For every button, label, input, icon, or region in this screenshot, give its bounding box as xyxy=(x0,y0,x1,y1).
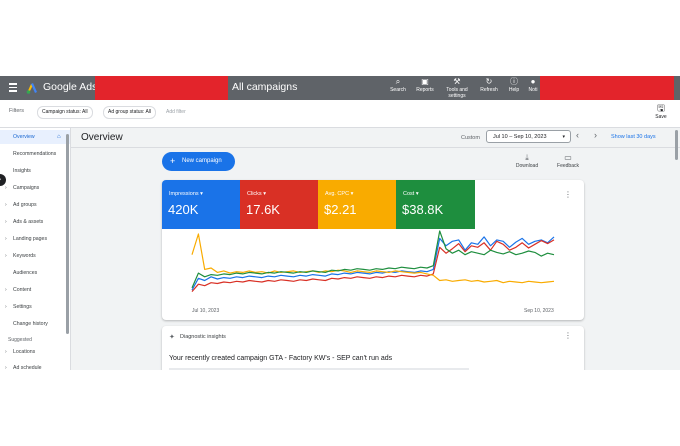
chevron-right-icon: › xyxy=(5,349,7,355)
series-line-cost xyxy=(191,230,555,289)
page-title: All campaigns xyxy=(232,81,298,93)
sidebar-item-ad-groups[interactable]: › Ad groups xyxy=(0,198,70,212)
x-axis-start-label: Jul 10, 2023 xyxy=(192,308,219,314)
sidebar-item-audiences[interactable]: Audiences xyxy=(0,266,70,280)
redacted-account-info xyxy=(95,76,228,100)
save-button[interactable]: 🖫 Save xyxy=(654,103,668,120)
bell-icon: ● xyxy=(530,77,536,86)
x-axis-end-label: Sep 10, 2023 xyxy=(524,308,554,314)
help-button[interactable]: ⓘ Help xyxy=(506,77,522,93)
sidebar-item-insights[interactable]: Insights xyxy=(0,164,70,178)
save-icon: 🖫 xyxy=(657,103,665,113)
sidebar-item-recommendations[interactable]: Recommendations xyxy=(0,147,70,161)
main-scrollbar[interactable] xyxy=(675,130,678,160)
sidebar-item-overview[interactable]: Overview ⌂ xyxy=(0,130,70,144)
performance-line-chart: Jul 10, 2023 Sep 10, 2023 xyxy=(191,230,555,314)
series-line-avg-cpc xyxy=(191,233,555,284)
refresh-button[interactable]: ↻ Refresh xyxy=(478,77,500,93)
sidebar-item-settings[interactable]: › Settings xyxy=(0,300,70,314)
diagnostic-insights-label: Diagnostic insights xyxy=(180,334,226,340)
feedback-icon: ▭ xyxy=(564,153,572,162)
campaign-status-filter-chip[interactable]: Campaign status: All xyxy=(37,106,93,119)
custom-range-label: Custom xyxy=(461,135,480,141)
ad-group-status-filter-chip[interactable]: Ad group status: All xyxy=(103,106,157,119)
home-icon: ⌂ xyxy=(57,134,61,140)
chevron-right-icon: › xyxy=(5,365,7,370)
sparkle-icon: ✦ xyxy=(169,334,175,341)
sidebar-item-ad-schedule[interactable]: › Ad schedule xyxy=(0,361,70,370)
sidebar-section-suggested: Suggested xyxy=(8,337,32,343)
chevron-right-icon: › xyxy=(5,304,7,310)
brand-name: Google Ads xyxy=(43,81,98,93)
performance-card: Impressions ▾ 420K Clicks ▾ 17.6K Avg. C… xyxy=(162,180,584,320)
more-options-icon[interactable]: ⋮ xyxy=(564,190,572,199)
add-filter-link[interactable]: Add filter xyxy=(166,109,186,115)
download-button[interactable]: ⤓ Download xyxy=(514,153,540,169)
header-divider xyxy=(71,147,680,148)
more-options-icon[interactable]: ⋮ xyxy=(564,331,572,340)
diagnostic-message[interactable]: Your recently created campaign GTA - Fac… xyxy=(169,355,392,362)
metric-tile-clicks[interactable]: Clicks ▾ 17.6K xyxy=(240,180,318,229)
new-campaign-button[interactable]: + New campaign xyxy=(162,152,235,171)
top-bar: Google Ads All campaigns ⌕ Search ▣ Repo… xyxy=(0,76,680,100)
redacted-user-info xyxy=(540,76,674,100)
filter-bar: Filters Campaign status: All Ad group st… xyxy=(0,100,680,128)
metric-value-avg-cpc: $2.21 xyxy=(324,202,357,217)
sidebar-item-keywords[interactable]: › Keywords xyxy=(0,249,70,263)
hamburger-menu-icon[interactable] xyxy=(9,83,17,92)
overview-heading: Overview xyxy=(81,132,123,143)
reports-button[interactable]: ▣ Reports xyxy=(414,77,436,93)
help-icon: ⓘ xyxy=(510,77,518,86)
google-ads-logo-icon xyxy=(26,83,37,94)
previous-period-icon[interactable]: ‹ xyxy=(576,130,579,140)
diagnostic-detail-line xyxy=(169,368,469,370)
chevron-right-icon: › xyxy=(0,177,1,183)
sidebar-item-landing-pages[interactable]: › Landing pages xyxy=(0,232,70,246)
metric-value-cost: $38.8K xyxy=(402,202,444,217)
series-line-clicks xyxy=(191,239,555,292)
metric-value-clicks: 17.6K xyxy=(246,202,280,217)
sidebar-item-content[interactable]: › Content xyxy=(0,283,70,297)
sidebar-item-ads-assets[interactable]: › Ads & assets xyxy=(0,215,70,229)
metric-tile-cost[interactable]: Cost ▾ $38.8K xyxy=(396,180,475,229)
sidebar-item-campaigns[interactable]: › Campaigns xyxy=(0,181,70,195)
diagnostic-insights-card: ✦ Diagnostic insights ⋮ Your recently cr… xyxy=(162,326,584,370)
search-icon: ⌕ xyxy=(395,77,401,86)
date-range-select[interactable]: Jul 10 – Sep 10, 2023 ▾ xyxy=(486,130,571,143)
chevron-right-icon: › xyxy=(5,219,7,225)
chevron-right-icon: › xyxy=(5,185,7,191)
next-period-icon[interactable]: › xyxy=(594,130,597,140)
wrench-icon: ⚒ xyxy=(453,77,461,86)
sidebar-item-locations[interactable]: › Locations xyxy=(0,345,70,359)
refresh-icon: ↻ xyxy=(485,77,493,86)
main-content: Overview Custom Jul 10 – Sep 10, 2023 ▾ … xyxy=(71,128,680,370)
dropdown-arrow-icon: ▾ xyxy=(562,134,565,140)
chevron-right-icon: › xyxy=(5,236,7,242)
chevron-right-icon: › xyxy=(5,287,7,293)
metric-tile-avg-cpc[interactable]: Avg. CPC ▾ $2.21 xyxy=(318,180,396,229)
notifications-button[interactable]: ● Noti xyxy=(526,77,540,93)
reports-icon: ▣ xyxy=(421,77,429,86)
chevron-right-icon: › xyxy=(5,253,7,259)
metric-value-impressions: 420K xyxy=(168,202,199,217)
sidebar-scrollbar[interactable] xyxy=(66,134,69,334)
google-ads-window: Google Ads All campaigns ⌕ Search ▣ Repo… xyxy=(0,76,680,370)
tools-and-settings-button[interactable]: ⚒ Tools and settings xyxy=(444,77,470,99)
sidebar: Overview ⌂ Recommendations Insights › Ca… xyxy=(0,128,71,370)
filters-label: Filters xyxy=(9,108,24,114)
metric-tile-impressions[interactable]: Impressions ▾ 420K xyxy=(162,180,240,229)
plus-icon: + xyxy=(170,156,176,166)
search-button[interactable]: ⌕ Search xyxy=(389,77,407,93)
sidebar-item-change-history[interactable]: Change history xyxy=(0,317,70,331)
download-icon: ⤓ xyxy=(525,153,529,162)
feedback-button[interactable]: ▭ Feedback xyxy=(555,153,581,169)
chevron-right-icon: › xyxy=(5,202,7,208)
show-last-30-days-link[interactable]: Show last 30 days xyxy=(611,134,656,140)
